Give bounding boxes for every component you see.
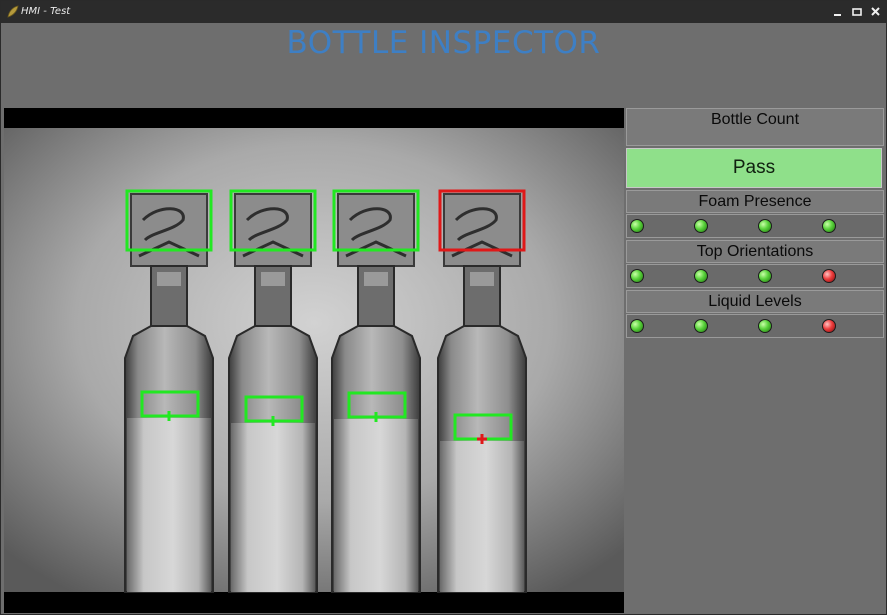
liquid-fill [440,441,524,592]
liquid-fill [127,418,211,592]
foam-led-2 [694,219,708,233]
foam-led-row [626,214,884,238]
bottle-count-label: Bottle Count [710,111,800,128]
close-icon [871,7,880,16]
foam-led-1 [630,219,644,233]
liquid-led-3 [758,319,772,333]
foam-label: Foam Presence [698,193,812,210]
minimize-button[interactable] [831,4,845,19]
orientation-led-1 [630,269,644,283]
camera-feed [4,108,624,613]
liquid-led-1 [630,319,644,333]
liquid-fill [231,423,315,592]
orientation-led-2 [694,269,708,283]
orientation-led-3 [758,269,772,283]
orientation-led-4 [822,269,836,283]
status-indicator: Pass [626,148,882,188]
neck-ring [261,272,285,286]
liquid-led-row [626,314,884,338]
window-title: HMI - Test [21,6,71,17]
liquid-label: Liquid Levels [708,293,802,310]
app-title: BOTTLE INSPECTOR [286,25,601,61]
foam-header: Foam Presence [626,190,884,213]
foam-led-4 [822,219,836,233]
app-leaf-icon [7,5,19,18]
orientation-label: Top Orientations [696,243,814,260]
maximize-button[interactable] [850,4,864,19]
neck-ring [157,272,181,286]
liquid-fill [334,419,418,592]
foam-led-3 [758,219,772,233]
maximize-icon [852,8,862,16]
bottle-count-header: Bottle Count [626,108,884,146]
orientation-header: Top Orientations [626,240,884,263]
neck-ring [470,272,494,286]
close-button[interactable] [869,4,883,19]
neck-ring [364,272,388,286]
orientation-led-row [626,264,884,288]
title-bar[interactable]: HMI - Test [1,1,886,23]
minimize-icon [834,14,841,16]
liquid-led-4 [822,319,836,333]
hmi-window: HMI - Test BOTTLE INSPECTOR Bottle Count… [0,0,887,615]
liquid-led-2 [694,319,708,333]
liquid-header: Liquid Levels [626,290,884,313]
camera-image [4,128,624,593]
